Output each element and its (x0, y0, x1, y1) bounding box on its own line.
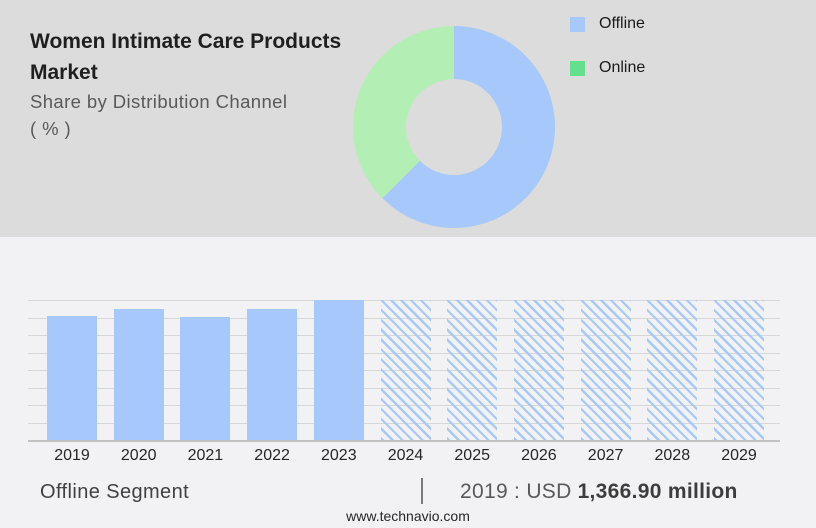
bar-2027 (580, 300, 631, 440)
x-label-2027: 2027 (587, 447, 624, 464)
offline-swatch-icon (570, 16, 585, 32)
bar-2024 (380, 300, 431, 440)
donut-chart (353, 26, 555, 228)
bar-2019 (47, 316, 97, 440)
separator-bar (421, 478, 423, 504)
online-swatch-icon (570, 60, 585, 76)
x-axis-line (28, 440, 780, 442)
title-line-2: Market (30, 61, 98, 84)
chart-legend: Offline Online (570, 15, 646, 104)
stat-value: 1,366.90 million (577, 480, 738, 503)
x-label-2029: 2029 (721, 447, 757, 464)
x-label-2024: 2024 (387, 447, 424, 464)
header-panel: Women Intimate Care Products Market Shar… (0, 0, 816, 237)
legend-item-online: Online (570, 59, 646, 76)
legend-label-online: Online (599, 59, 646, 76)
x-label-2028: 2028 (654, 447, 691, 464)
website-text: www.technavio.com (346, 508, 470, 524)
bar-2020 (113, 309, 164, 440)
segment-label: Offline Segment (40, 481, 190, 503)
bar-2029 (714, 300, 764, 440)
x-label-2022: 2022 (254, 447, 290, 464)
x-label-2020: 2020 (120, 447, 157, 464)
bar-2022 (247, 309, 298, 440)
bar-2023 (313, 300, 364, 440)
subtitle-line-2: ( % ) (30, 118, 72, 139)
x-label-2026: 2026 (521, 447, 557, 464)
title-line-1: Women Intimate Care Products (30, 30, 342, 53)
page-subtitle: Share by Distribution Channel ( % ) (30, 88, 287, 142)
subtitle-line-1: Share by Distribution Channel (30, 91, 288, 112)
bar-2026 (513, 300, 564, 440)
x-label-2025: 2025 (454, 447, 490, 464)
x-label-2023: 2023 (321, 447, 357, 464)
legend-label-offline: Offline (599, 15, 645, 32)
bar-2025 (447, 300, 498, 440)
bar-2028 (647, 300, 698, 440)
page-title: Women Intimate Care Products Market (30, 26, 341, 88)
stat-prefix: 2019 : USD (460, 480, 572, 503)
stat-text: 2019 : USD 1,366.90 million (460, 480, 738, 504)
bar-2021 (180, 317, 231, 440)
bar-chart: 2019 2020 2021 2022 2023 2024 2025 2026 2027 2028… (28, 300, 780, 464)
x-label-2021: 2021 (187, 447, 224, 464)
x-label-2019: 2019 (54, 447, 90, 464)
legend-item-offline: Offline (570, 15, 645, 32)
